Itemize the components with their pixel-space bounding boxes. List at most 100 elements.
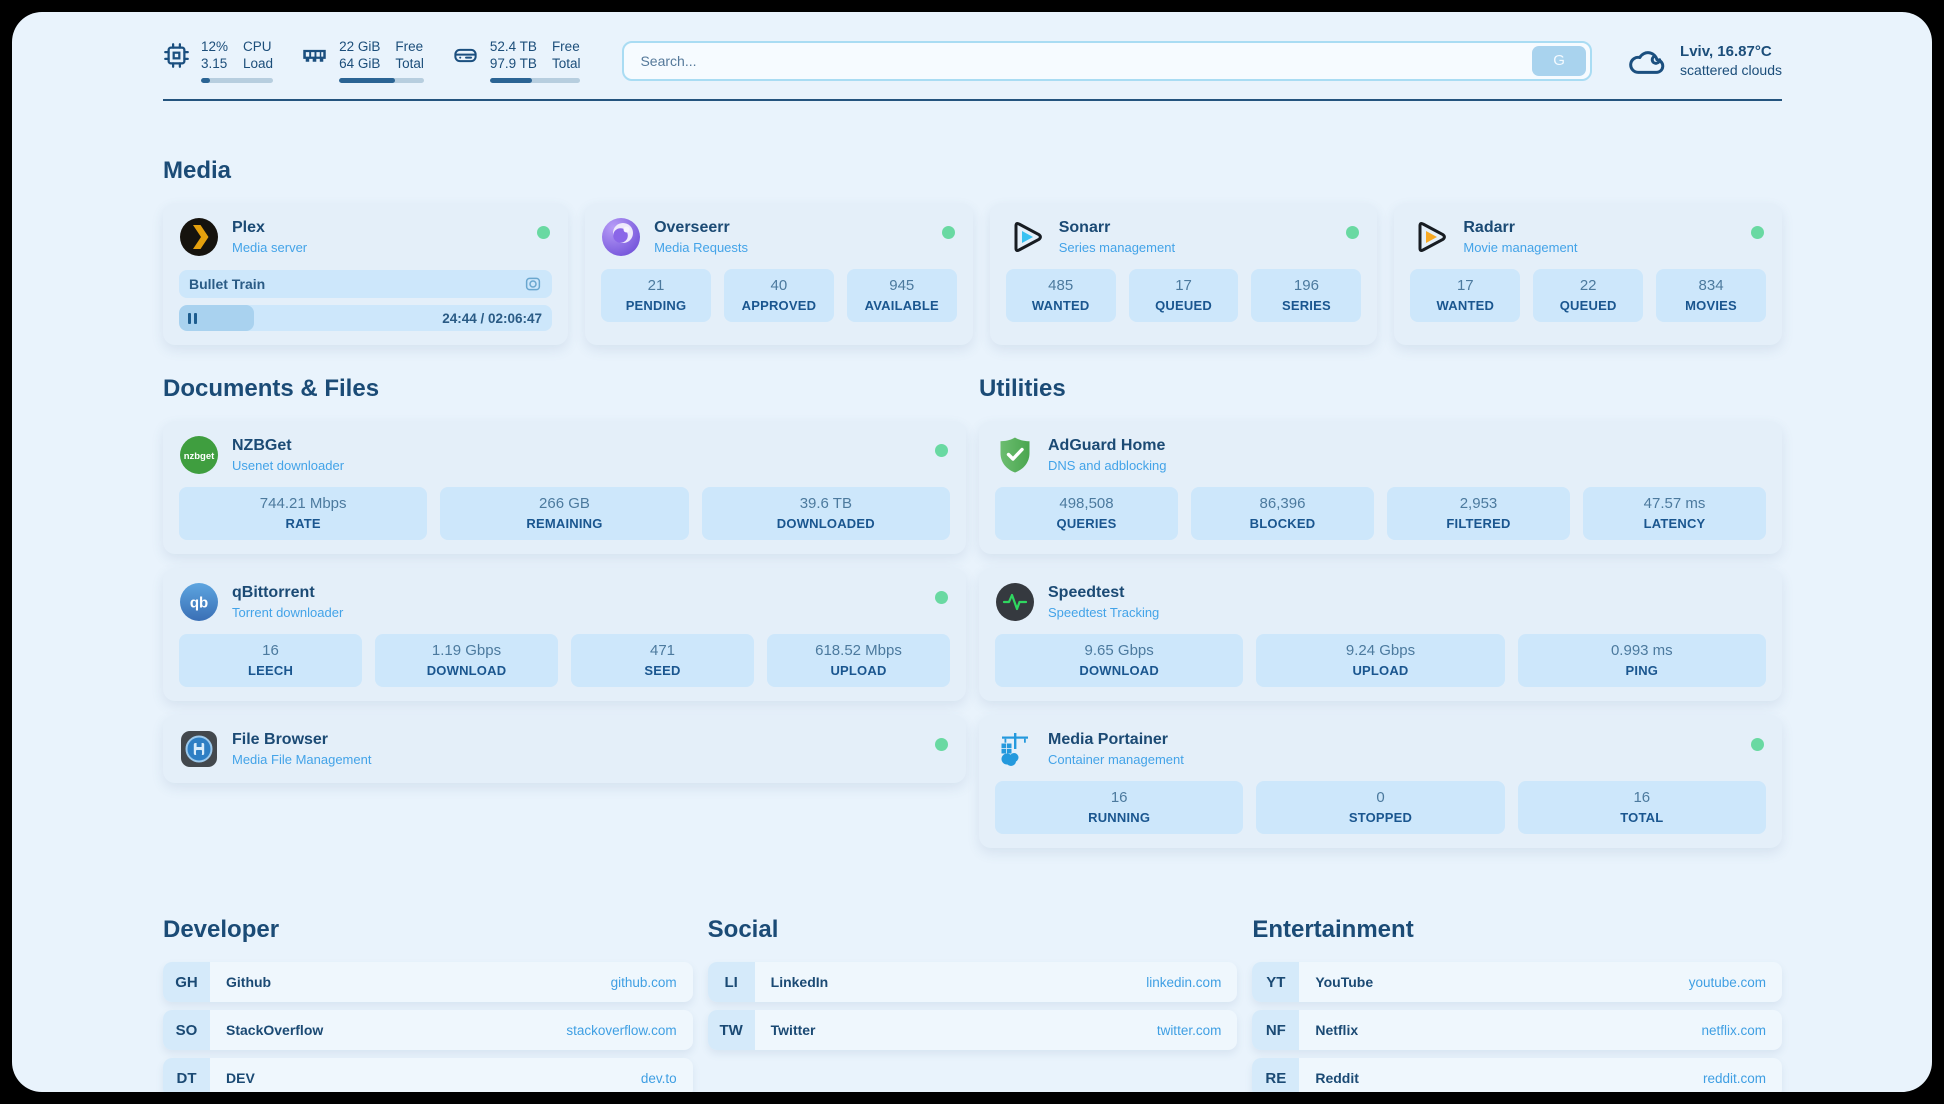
ram-total-label: Total [395, 55, 424, 72]
qbittorrent-subtitle: Torrent downloader [232, 605, 343, 620]
stat-value: 196 [1255, 277, 1357, 294]
weather-location-temp: Lviv, 16.87°C [1680, 42, 1782, 61]
stat-tile: 196 SERIES [1251, 269, 1361, 322]
filebrowser-card: File Browser Media File Management [163, 715, 966, 783]
qbittorrent-app-link[interactable]: qb qBittorrent Torrent downloader [179, 582, 950, 622]
cpu-value-load: 3.15 [201, 55, 228, 72]
search-bar: G [622, 41, 1592, 81]
portainer-subtitle: Container management [1048, 752, 1184, 767]
stackoverflow-url: stackoverflow.com [566, 1023, 676, 1038]
adguard-app-link[interactable]: AdGuard Home DNS and adblocking [995, 435, 1766, 475]
stat-tile: 0.993 ms PING [1518, 634, 1766, 687]
documents-section-title: Documents & Files [163, 375, 966, 403]
disk-total-value: 97.9 TB [490, 55, 537, 72]
stat-tile: 0 STOPPED [1256, 781, 1504, 834]
stat-label: DOWNLOAD [379, 663, 554, 678]
weather-condition: scattered clouds [1680, 61, 1782, 80]
cast-icon[interactable] [524, 275, 542, 293]
playback-time: 24:44 / 02:06:47 [442, 311, 552, 326]
twitter-url: twitter.com [1157, 1023, 1222, 1038]
overseerr-app-link[interactable]: Overseerr Media Requests [601, 217, 957, 257]
plex-app-link[interactable]: Plex Media server [179, 217, 552, 257]
stat-tile: 47.57 ms LATENCY [1583, 487, 1766, 540]
stat-label: UPLOAD [771, 663, 946, 678]
netflix-url: netflix.com [1701, 1023, 1766, 1038]
plex-icon [179, 217, 219, 257]
dev-name: DEV [226, 1070, 255, 1086]
playback-progressbar[interactable]: 24:44 / 02:06:47 [179, 305, 552, 331]
bookmark-twitter[interactable]: TW Twitter twitter.com [708, 1010, 1238, 1050]
stat-label: TOTAL [1522, 810, 1762, 825]
filebrowser-status-dot [935, 738, 948, 751]
sonarr-app-link[interactable]: Sonarr Series management [1006, 217, 1362, 257]
section-developer: Developer GH Github github.com SO StackO… [163, 916, 693, 1092]
stat-value: 22 [1537, 277, 1639, 294]
nzbget-status-dot [935, 444, 948, 457]
disk-free-value: 52.4 TB [490, 38, 537, 55]
stat-value: 17 [1414, 277, 1516, 294]
stat-label: UPLOAD [1260, 663, 1500, 678]
stat-label: REMAINING [444, 516, 684, 531]
speedtest-subtitle: Speedtest Tracking [1048, 605, 1159, 620]
overseerr-icon [601, 217, 641, 257]
stat-label: RATE [183, 516, 423, 531]
linkedin-url: linkedin.com [1146, 975, 1221, 990]
utilities-section-title: Utilities [979, 375, 1782, 403]
ram-progressbar [339, 78, 424, 83]
ram-free-value: 22 GiB [339, 38, 380, 55]
plex-name: Plex [232, 218, 307, 237]
bookmark-linkedin[interactable]: LI LinkedIn linkedin.com [708, 962, 1238, 1002]
stat-label: SERIES [1255, 298, 1357, 313]
social-section-title: Social [708, 916, 1238, 944]
radarr-app-link[interactable]: Radarr Movie management [1410, 217, 1766, 257]
ram-stat: 22 GiB 64 GiB Free Total [301, 38, 424, 83]
stat-label: AVAILABLE [851, 298, 953, 313]
search-input[interactable] [638, 52, 1532, 70]
stat-value: 16 [999, 789, 1239, 806]
stat-label: MOVIES [1660, 298, 1762, 313]
nzbget-card: nzbget NZBGet Usenet downloader 744.21 M… [163, 421, 966, 554]
qbittorrent-name: qBittorrent [232, 583, 343, 602]
bookmark-reddit[interactable]: RE Reddit reddit.com [1252, 1058, 1782, 1092]
sonarr-status-dot [1346, 226, 1359, 239]
nzbget-app-link[interactable]: nzbget NZBGet Usenet downloader [179, 435, 950, 475]
bookmark-youtube[interactable]: YT YouTube youtube.com [1252, 962, 1782, 1002]
speedtest-app-link[interactable]: Speedtest Speedtest Tracking [995, 582, 1766, 622]
stat-tile: 16 RUNNING [995, 781, 1243, 834]
stat-label: LEECH [183, 663, 358, 678]
overseerr-name: Overseerr [654, 218, 748, 237]
stat-value: 47.57 ms [1587, 495, 1762, 512]
top-bar: 12% 3.15 CPU Load [163, 38, 1782, 83]
stat-value: 834 [1660, 277, 1762, 294]
stat-label: QUEUED [1133, 298, 1235, 313]
stat-tile: 485 WANTED [1006, 269, 1116, 322]
stat-value: 471 [575, 642, 750, 659]
search-engine-button[interactable]: G [1532, 46, 1586, 76]
pause-icon[interactable] [188, 313, 197, 324]
filebrowser-app-link[interactable]: File Browser Media File Management [179, 729, 950, 769]
stackoverflow-abbr: SO [163, 1010, 210, 1050]
plex-card: Plex Media server Bullet Train 24:44 / 0… [163, 203, 568, 345]
nzbget-icon: nzbget [179, 435, 219, 475]
bookmark-github[interactable]: GH Github github.com [163, 962, 693, 1002]
disk-total-label: Total [552, 55, 581, 72]
stat-label: QUEUED [1537, 298, 1639, 313]
portainer-status-dot [1751, 738, 1764, 751]
reddit-name: Reddit [1315, 1070, 1359, 1086]
stat-tile: 16 TOTAL [1518, 781, 1766, 834]
stackoverflow-name: StackOverflow [226, 1022, 323, 1038]
qbittorrent-icon: qb [179, 582, 219, 622]
bookmark-netflix[interactable]: NF Netflix netflix.com [1252, 1010, 1782, 1050]
disk-stat: 52.4 TB 97.9 TB Free Total [452, 38, 581, 83]
portainer-app-link[interactable]: Media Portainer Container management [995, 729, 1766, 769]
adguard-name: AdGuard Home [1048, 436, 1167, 455]
now-playing-row: Bullet Train [179, 270, 552, 298]
speedtest-name: Speedtest [1048, 583, 1159, 602]
stat-tile: 39.6 TB DOWNLOADED [702, 487, 950, 540]
sonarr-subtitle: Series management [1059, 240, 1175, 255]
stat-value: 744.21 Mbps [183, 495, 423, 512]
stat-value: 1.19 Gbps [379, 642, 554, 659]
bookmark-stackoverflow[interactable]: SO StackOverflow stackoverflow.com [163, 1010, 693, 1050]
bookmark-dev[interactable]: DT DEV dev.to [163, 1058, 693, 1092]
stat-label: DOWNLOAD [999, 663, 1239, 678]
